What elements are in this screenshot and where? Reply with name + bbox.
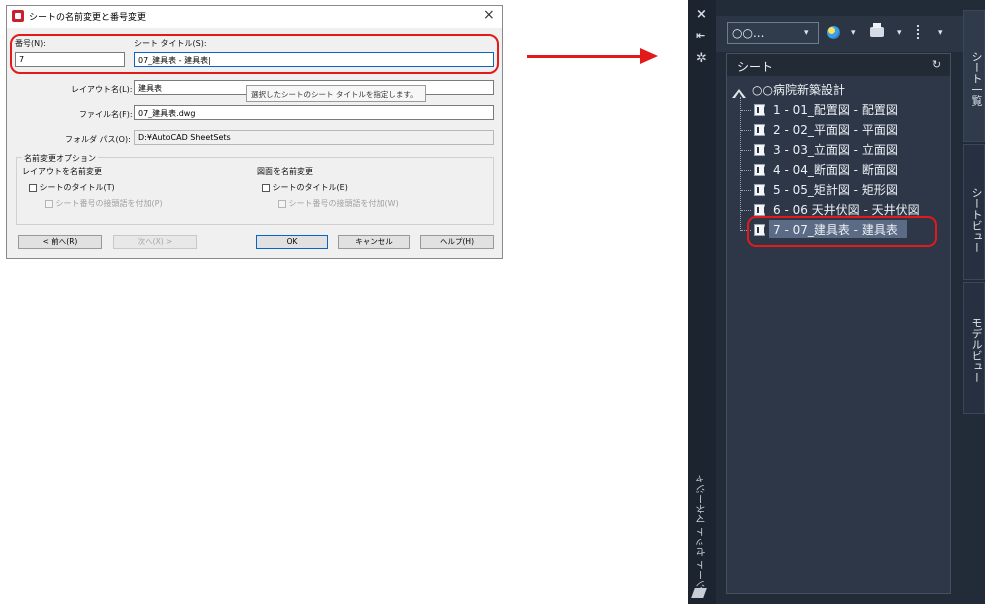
autohide-icon[interactable]: ⇤ xyxy=(696,29,705,42)
sheet-item[interactable]: 3 - 03_立面図 - 立面図 xyxy=(773,141,898,158)
rename-renumber-dialog: シートの名前変更と番号変更 × 番号(N): 7 シート タイトル(S): 07… xyxy=(6,5,503,259)
ok-button[interactable]: OK xyxy=(256,235,328,249)
help-button[interactable]: ヘルプ(H) xyxy=(420,235,494,249)
dialog-titlebar: シートの名前変更と番号変更 × xyxy=(7,6,502,28)
tab-sheet-list[interactable]: シート一覧 xyxy=(963,10,985,142)
close-icon[interactable]: × xyxy=(483,7,495,23)
layout-rename-heading: レイアウトを名前変更 xyxy=(22,167,102,176)
palette-close-icon[interactable]: × xyxy=(696,7,707,22)
layout-sheet-title-checkbox[interactable]: シートのタイトル(T) xyxy=(29,182,115,193)
checkbox-box xyxy=(278,199,286,208)
refresh-icon[interactable]: ↻ xyxy=(932,58,941,71)
highlight-annotation xyxy=(747,216,937,247)
options-group-label: 名前変更オプション xyxy=(22,153,98,164)
file-name-label: ファイル名(F): xyxy=(79,110,133,119)
arrow-annotation-head xyxy=(640,48,658,64)
chevron-down-icon[interactable]: ▾ xyxy=(938,28,943,38)
sheet-icon xyxy=(754,184,766,196)
tree-connector xyxy=(741,210,751,211)
sheet-icon xyxy=(754,164,766,176)
sheet-item[interactable]: 2 - 02_平面図 - 平面図 xyxy=(773,121,898,138)
properties-icon[interactable]: ✲ xyxy=(696,51,707,66)
sheet-set-dropdown-value: ○○... xyxy=(732,26,765,40)
sheet-item[interactable]: 4 - 04_断面図 - 断面図 xyxy=(773,161,898,178)
drawing-rename-heading: 図面を名前変更 xyxy=(257,167,313,176)
sheet-item[interactable]: 1 - 01_配置図 - 配置図 xyxy=(773,101,898,118)
cancel-button[interactable]: キャンセル xyxy=(338,235,410,249)
highlight-annotation xyxy=(10,34,499,74)
folder-path-label: フォルダ パス(O): xyxy=(65,135,131,144)
sheet-set-root[interactable]: ○○病院新築設計 xyxy=(752,81,845,98)
sheet-icon xyxy=(754,124,766,136)
file-name-input[interactable]: 07_建具表.dwg xyxy=(134,105,494,120)
tab-model-views[interactable]: モデルビュー xyxy=(963,282,985,414)
checkbox-label: シートのタイトル(T) xyxy=(39,183,115,192)
sheet-icon xyxy=(754,104,766,116)
publish-globe-icon[interactable] xyxy=(827,26,840,39)
checkbox-box[interactable] xyxy=(262,183,270,192)
folder-path-field: D:¥AutoCAD SheetSets xyxy=(134,130,494,145)
sheet-set-icon xyxy=(731,84,747,98)
sheet-item[interactable]: 5 - 05_矩計図 - 矩形図 xyxy=(773,181,898,198)
tree-connector xyxy=(741,190,751,191)
tooltip: 選択したシートのシート タイトルを指定します。 xyxy=(246,85,426,102)
tab-model-views-label: モデルビュー xyxy=(970,317,983,383)
chevron-down-icon[interactable]: ▾ xyxy=(804,28,809,38)
drawing-sheet-title-checkbox[interactable]: シートのタイトル(E) xyxy=(262,182,348,193)
prev-button[interactable]: < 前へ(R) xyxy=(18,235,102,249)
tab-sheet-views-label: シートビュー xyxy=(970,187,983,253)
sheet-properties-icon[interactable] xyxy=(917,25,927,39)
layout-name-label: レイアウト名(L): xyxy=(71,85,133,94)
checkbox-label: シートのタイトル(E) xyxy=(272,183,348,192)
tab-sheet-views[interactable]: シートビュー xyxy=(963,144,985,280)
chevron-down-icon[interactable]: ▾ xyxy=(851,28,856,38)
tree-connector xyxy=(741,170,751,171)
next-button: 次へ(X) > xyxy=(113,235,197,249)
arrow-annotation-line xyxy=(527,55,642,58)
drawing-prefix-checkbox: シート番号の接頭語を付加(W) xyxy=(278,198,399,209)
printer-icon[interactable] xyxy=(870,23,884,37)
layout-prefix-checkbox: シート番号の接頭語を付加(P) xyxy=(45,198,163,209)
palette-title: シート セット マネージャ xyxy=(697,473,708,590)
tree-connector xyxy=(741,110,751,111)
dialog-title: シートの名前変更と番号変更 xyxy=(29,13,147,23)
chevron-down-icon[interactable]: ▾ xyxy=(897,28,902,38)
checkbox-box xyxy=(45,199,53,208)
checkbox-label: シート番号の接頭語を付加(W) xyxy=(288,199,399,208)
checkbox-label: シート番号の接頭語を付加(P) xyxy=(55,199,163,208)
sheet-list-title: シート xyxy=(737,60,774,74)
checkbox-box[interactable] xyxy=(29,183,37,192)
autocad-app-icon xyxy=(12,10,24,22)
sheet-icon xyxy=(754,144,766,156)
tree-connector xyxy=(741,150,751,151)
tab-sheet-list-label: シート一覧 xyxy=(970,51,983,106)
sheet-icon xyxy=(754,204,766,216)
tree-connector xyxy=(741,130,751,131)
